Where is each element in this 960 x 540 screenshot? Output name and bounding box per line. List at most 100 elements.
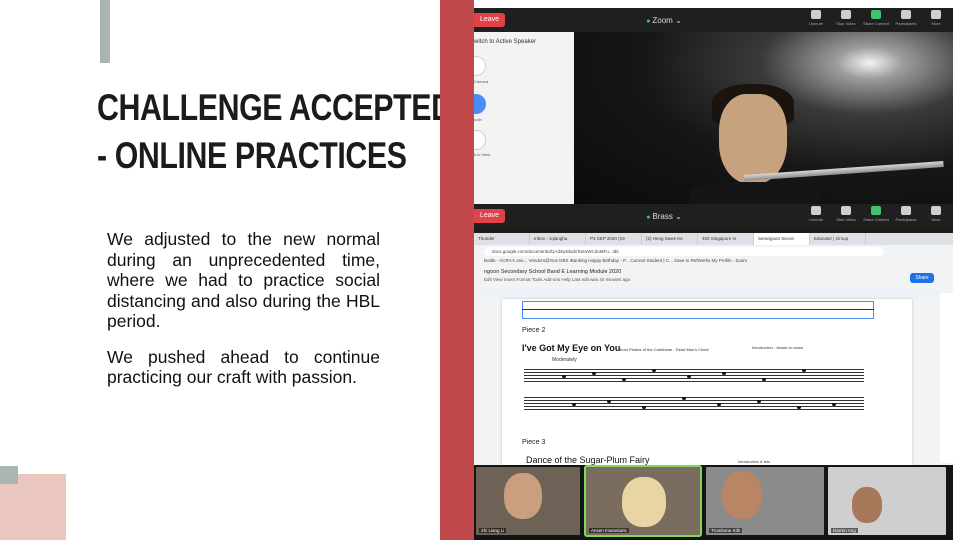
selected-image-box[interactable] bbox=[522, 301, 874, 319]
browser-tab[interactable]: Inbox - zqiangha bbox=[530, 233, 586, 245]
side-label-bluetooth: ooth bbox=[474, 117, 482, 122]
zoom-toolbar-bottom: Leave ● Brass ⌄ Unmute Start Video Share… bbox=[474, 204, 953, 228]
participant-name: Ansen Imasetiaris bbox=[589, 528, 629, 533]
start-video-button[interactable]: Start Video bbox=[835, 206, 857, 222]
share-button[interactable]: Share bbox=[910, 273, 934, 283]
song-2-title: I've Got My Eye on You bbox=[522, 343, 621, 353]
slide-title-line-2: - ONLINE PRACTICES bbox=[97, 135, 407, 176]
participant-tile[interactable]: Darren Ang bbox=[828, 467, 946, 535]
meeting-name[interactable]: ● Brass ⌄ bbox=[624, 212, 704, 221]
doc-title[interactable]: ngoon Secondary School Band E Learning M… bbox=[484, 269, 621, 275]
zoom-screenshot: Leave ● Zoom ⌄ Unmute Stop Video Share C… bbox=[474, 8, 953, 540]
video-icon bbox=[841, 206, 851, 215]
participants-icon bbox=[901, 206, 911, 215]
staff-line bbox=[524, 409, 864, 410]
staff-line bbox=[524, 375, 864, 376]
meeting-label: Brass bbox=[652, 211, 673, 221]
video-icon bbox=[841, 10, 851, 19]
tool-label: Start Video bbox=[836, 217, 856, 222]
music-note bbox=[687, 375, 691, 378]
participant-name: Trombone Kith bbox=[709, 528, 743, 533]
browser-tab-bar: Thunder Inbox - zqiangha P3 SEP 2020 (19… bbox=[474, 233, 953, 245]
music-note bbox=[682, 397, 686, 400]
participant-tile[interactable]: Zhi Liang Li bbox=[476, 467, 580, 535]
stop-video-button[interactable]: Stop Video bbox=[835, 10, 857, 26]
camera-icon[interactable] bbox=[474, 56, 486, 76]
grid-view-icon[interactable] bbox=[474, 130, 486, 150]
mic-icon bbox=[811, 10, 821, 19]
browser-tab[interactable]: P3 SEP 2020 (19 bbox=[586, 233, 642, 245]
bookmarks-bar[interactable]: Bottle - ACRA's one... Vendors@Gov DBS i… bbox=[484, 258, 747, 263]
address-bar[interactable]: docs.google.com/document/d/1Ad4wSkubiTaS… bbox=[484, 247, 884, 256]
music-note bbox=[622, 378, 626, 381]
staff-line bbox=[524, 406, 864, 407]
browser-tab[interactable]: (2) Heng Swee Ke bbox=[642, 233, 698, 245]
avatar bbox=[504, 473, 542, 519]
slide-body-text: We adjusted to the new normal during an … bbox=[107, 229, 380, 403]
music-note bbox=[607, 400, 611, 403]
more-button[interactable]: More bbox=[925, 10, 947, 26]
staff-line bbox=[522, 309, 874, 310]
switch-view-hint[interactable]: witch to Active Speaker bbox=[474, 39, 536, 45]
piece-3-label: Piece 3 bbox=[522, 439, 546, 446]
tool-label: Share Content bbox=[863, 21, 889, 26]
paragraph-1: We adjusted to the new normal during an … bbox=[107, 229, 380, 331]
side-panel: witch to Active Speaker Camera ooth k to… bbox=[474, 32, 574, 204]
side-label-camera: Camera bbox=[474, 79, 489, 84]
zoom-toolbar-top: Leave ● Zoom ⌄ Unmute Stop Video Share C… bbox=[474, 8, 953, 32]
staff-line bbox=[524, 400, 864, 401]
share-icon bbox=[871, 206, 881, 215]
music-note bbox=[572, 403, 576, 406]
unmute-button[interactable]: Unmute bbox=[805, 10, 827, 26]
share-icon bbox=[871, 10, 881, 19]
staff-line bbox=[524, 369, 864, 370]
music-note bbox=[762, 378, 766, 381]
slide-title-line-1: CHALLENGE ACCEPTED bbox=[97, 87, 453, 128]
share-content-button[interactable]: Share Content bbox=[863, 10, 889, 26]
avatar bbox=[722, 471, 762, 519]
more-button[interactable]: More bbox=[925, 206, 947, 222]
browser-tab[interactable]: Educator | Group bbox=[810, 233, 866, 245]
participant-gallery: Zhi Liang Li Ansen Imasetiaris Trombone … bbox=[474, 465, 953, 540]
meeting-name[interactable]: ● Zoom ⌄ bbox=[624, 16, 704, 25]
more-icon bbox=[931, 206, 941, 215]
music-note bbox=[722, 372, 726, 375]
tool-label: Participants bbox=[895, 21, 917, 26]
share-content-button[interactable]: Share Content bbox=[863, 206, 889, 222]
doc-page: Piece 2 I've Got My Eye on You from Pira… bbox=[502, 299, 912, 465]
browser-tab[interactable]: Thunder bbox=[474, 233, 530, 245]
participants-button[interactable]: Participants bbox=[895, 206, 917, 222]
bluetooth-icon[interactable] bbox=[474, 94, 486, 114]
leave-button[interactable]: Leave bbox=[474, 209, 506, 223]
side-label-view: k to View bbox=[474, 152, 491, 157]
zoom-tools-top: Unmute Stop Video Share Content Particip… bbox=[805, 10, 947, 26]
tool-label: Participants bbox=[895, 217, 917, 222]
participant-tile[interactable]: Ansen Imasetiaris bbox=[584, 465, 702, 537]
piece-2-label: Piece 2 bbox=[522, 327, 546, 334]
unmute-button[interactable]: Unmute bbox=[805, 206, 827, 222]
staff-line bbox=[524, 397, 864, 398]
music-note bbox=[642, 406, 646, 409]
face bbox=[719, 94, 787, 184]
doc-menu[interactable]: Edit View Insert Format Tools Add-ons He… bbox=[484, 277, 630, 282]
participants-button[interactable]: Participants bbox=[895, 10, 917, 26]
leave-button[interactable]: Leave bbox=[474, 13, 506, 27]
paragraph-2: We pushed ahead to continue practicing o… bbox=[107, 346, 380, 388]
song-3-title: Dance of the Sugar-Plum Fairy bbox=[526, 455, 650, 465]
meeting-label: Zoom bbox=[652, 15, 673, 25]
docs-right-rail bbox=[940, 293, 953, 463]
browser-tab[interactable]: 400 Singapore m bbox=[698, 233, 754, 245]
slide-title: CHALLENGE ACCEPTED - ONLINE PRACTICES bbox=[97, 84, 453, 180]
tempo-label: Moderately bbox=[552, 357, 577, 363]
participant-tile[interactable]: Trombone Kith bbox=[706, 467, 824, 535]
browser-tab-active[interactable]: Serangoon Secon bbox=[754, 233, 810, 245]
doc-toolbar[interactable] bbox=[480, 289, 940, 298]
mic-icon bbox=[811, 206, 821, 215]
accent-square-grey bbox=[0, 466, 18, 484]
song-2-subtitle: from Pirates of the Caribbean - Dead Man… bbox=[620, 347, 709, 352]
staff-line bbox=[524, 381, 864, 382]
avatar bbox=[622, 477, 666, 527]
tool-label: More bbox=[931, 217, 941, 222]
music-note bbox=[562, 375, 566, 378]
avatar bbox=[852, 487, 882, 523]
